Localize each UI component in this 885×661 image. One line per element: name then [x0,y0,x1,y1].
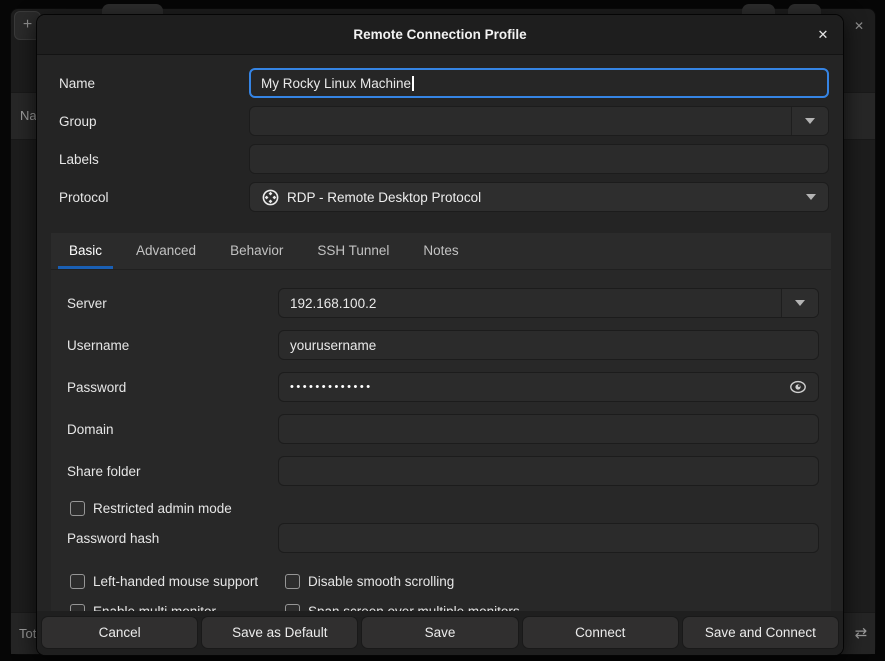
labels-label: Labels [59,152,249,167]
dialog-close-icon[interactable]: ✕ [812,24,834,46]
name-label: Name [59,76,249,91]
name-input-value: My Rocky Linux Machine [261,76,411,91]
window-close-icon[interactable]: ✕ [848,15,870,37]
disable-smooth-scrolling-checkbox[interactable] [285,574,300,589]
basic-tab-content: Server 192.168.100.2 Username youruserna… [51,270,831,621]
server-dropdown-button[interactable] [781,289,818,317]
group-combobox[interactable] [249,106,829,136]
password-masked-value: ••••••••••••• [290,372,373,402]
tab-ssh-tunnel[interactable]: SSH Tunnel [301,233,405,269]
restricted-admin-row: Restricted admin mode [67,498,819,518]
tab-notes[interactable]: Notes [407,233,474,269]
labels-input[interactable] [249,144,829,174]
remote-connection-profile-dialog: Remote Connection Profile ✕ Name My Rock… [36,14,844,656]
disable-smooth-scrolling-option[interactable]: Disable smooth scrolling [285,574,454,589]
profile-form: Name My Rocky Linux Machine Group Labels [37,55,843,212]
username-input[interactable]: yourusername [278,330,819,360]
restricted-admin-option[interactable]: Restricted admin mode [70,501,232,516]
eye-icon[interactable] [789,380,807,394]
share-folder-label: Share folder [67,464,278,479]
swap-arrows-icon[interactable]: ⇄ [850,622,872,644]
password-input[interactable]: ••••••••••••• [278,372,819,402]
left-handed-mouse-checkbox[interactable] [70,574,85,589]
domain-label: Domain [67,422,278,437]
share-folder-input[interactable] [278,456,819,486]
restricted-admin-checkbox[interactable] [70,501,85,516]
rdp-protocol-icon [262,189,279,206]
dialog-action-bar: Cancel Save as Default Save Connect Save… [37,611,843,655]
dialog-title: Remote Connection Profile [37,15,843,54]
left-handed-mouse-option[interactable]: Left-handed mouse support [70,574,285,589]
cancel-button[interactable]: Cancel [41,616,198,649]
domain-row: Domain [67,414,819,444]
group-label: Group [59,114,249,129]
dialog-titlebar: Remote Connection Profile ✕ [37,15,843,55]
protocol-row: Protocol RDP - Remote Desktop Protocol [59,182,829,212]
group-row: Group [59,106,829,136]
name-input[interactable]: My Rocky Linux Machine [249,68,829,98]
save-and-connect-button[interactable]: Save and Connect [682,616,839,649]
restricted-admin-label: Restricted admin mode [93,501,232,516]
protocol-label: Protocol [59,190,249,205]
options-row-1: Left-handed mouse support Disable smooth… [67,571,819,591]
password-hash-label: Password hash [67,531,278,546]
share-folder-row: Share folder [67,456,819,486]
connect-button[interactable]: Connect [522,616,679,649]
save-as-default-button[interactable]: Save as Default [201,616,358,649]
labels-row: Labels [59,144,829,174]
protocol-value: RDP - Remote Desktop Protocol [287,190,481,205]
server-input[interactable]: 192.168.100.2 [279,289,781,317]
chevron-down-icon [806,194,816,200]
password-hash-input[interactable] [278,523,819,553]
text-caret [412,76,414,91]
tab-advanced[interactable]: Advanced [120,233,212,269]
chevron-down-icon [805,118,815,124]
name-row: Name My Rocky Linux Machine [59,68,829,98]
left-handed-mouse-label: Left-handed mouse support [93,574,258,589]
settings-notebook: Basic Advanced Behavior SSH Tunnel Notes… [51,233,831,656]
chevron-down-icon [795,300,805,306]
tab-bar: Basic Advanced Behavior SSH Tunnel Notes [51,233,831,270]
domain-input[interactable] [278,414,819,444]
password-hash-row: Password hash [67,523,819,553]
password-row: Password ••••••••••••• [67,372,819,402]
protocol-dropdown[interactable]: RDP - Remote Desktop Protocol [249,182,829,212]
server-row: Server 192.168.100.2 [67,288,819,318]
username-label: Username [67,338,278,353]
server-label: Server [67,296,278,311]
username-row: Username yourusername [67,330,819,360]
save-button[interactable]: Save [361,616,518,649]
tab-basic[interactable]: Basic [53,233,118,269]
group-input[interactable] [250,107,791,135]
password-label: Password [67,380,278,395]
tab-behavior[interactable]: Behavior [214,233,299,269]
group-dropdown-button[interactable] [791,107,828,135]
server-combobox[interactable]: 192.168.100.2 [278,288,819,318]
disable-smooth-scrolling-label: Disable smooth scrolling [308,574,454,589]
